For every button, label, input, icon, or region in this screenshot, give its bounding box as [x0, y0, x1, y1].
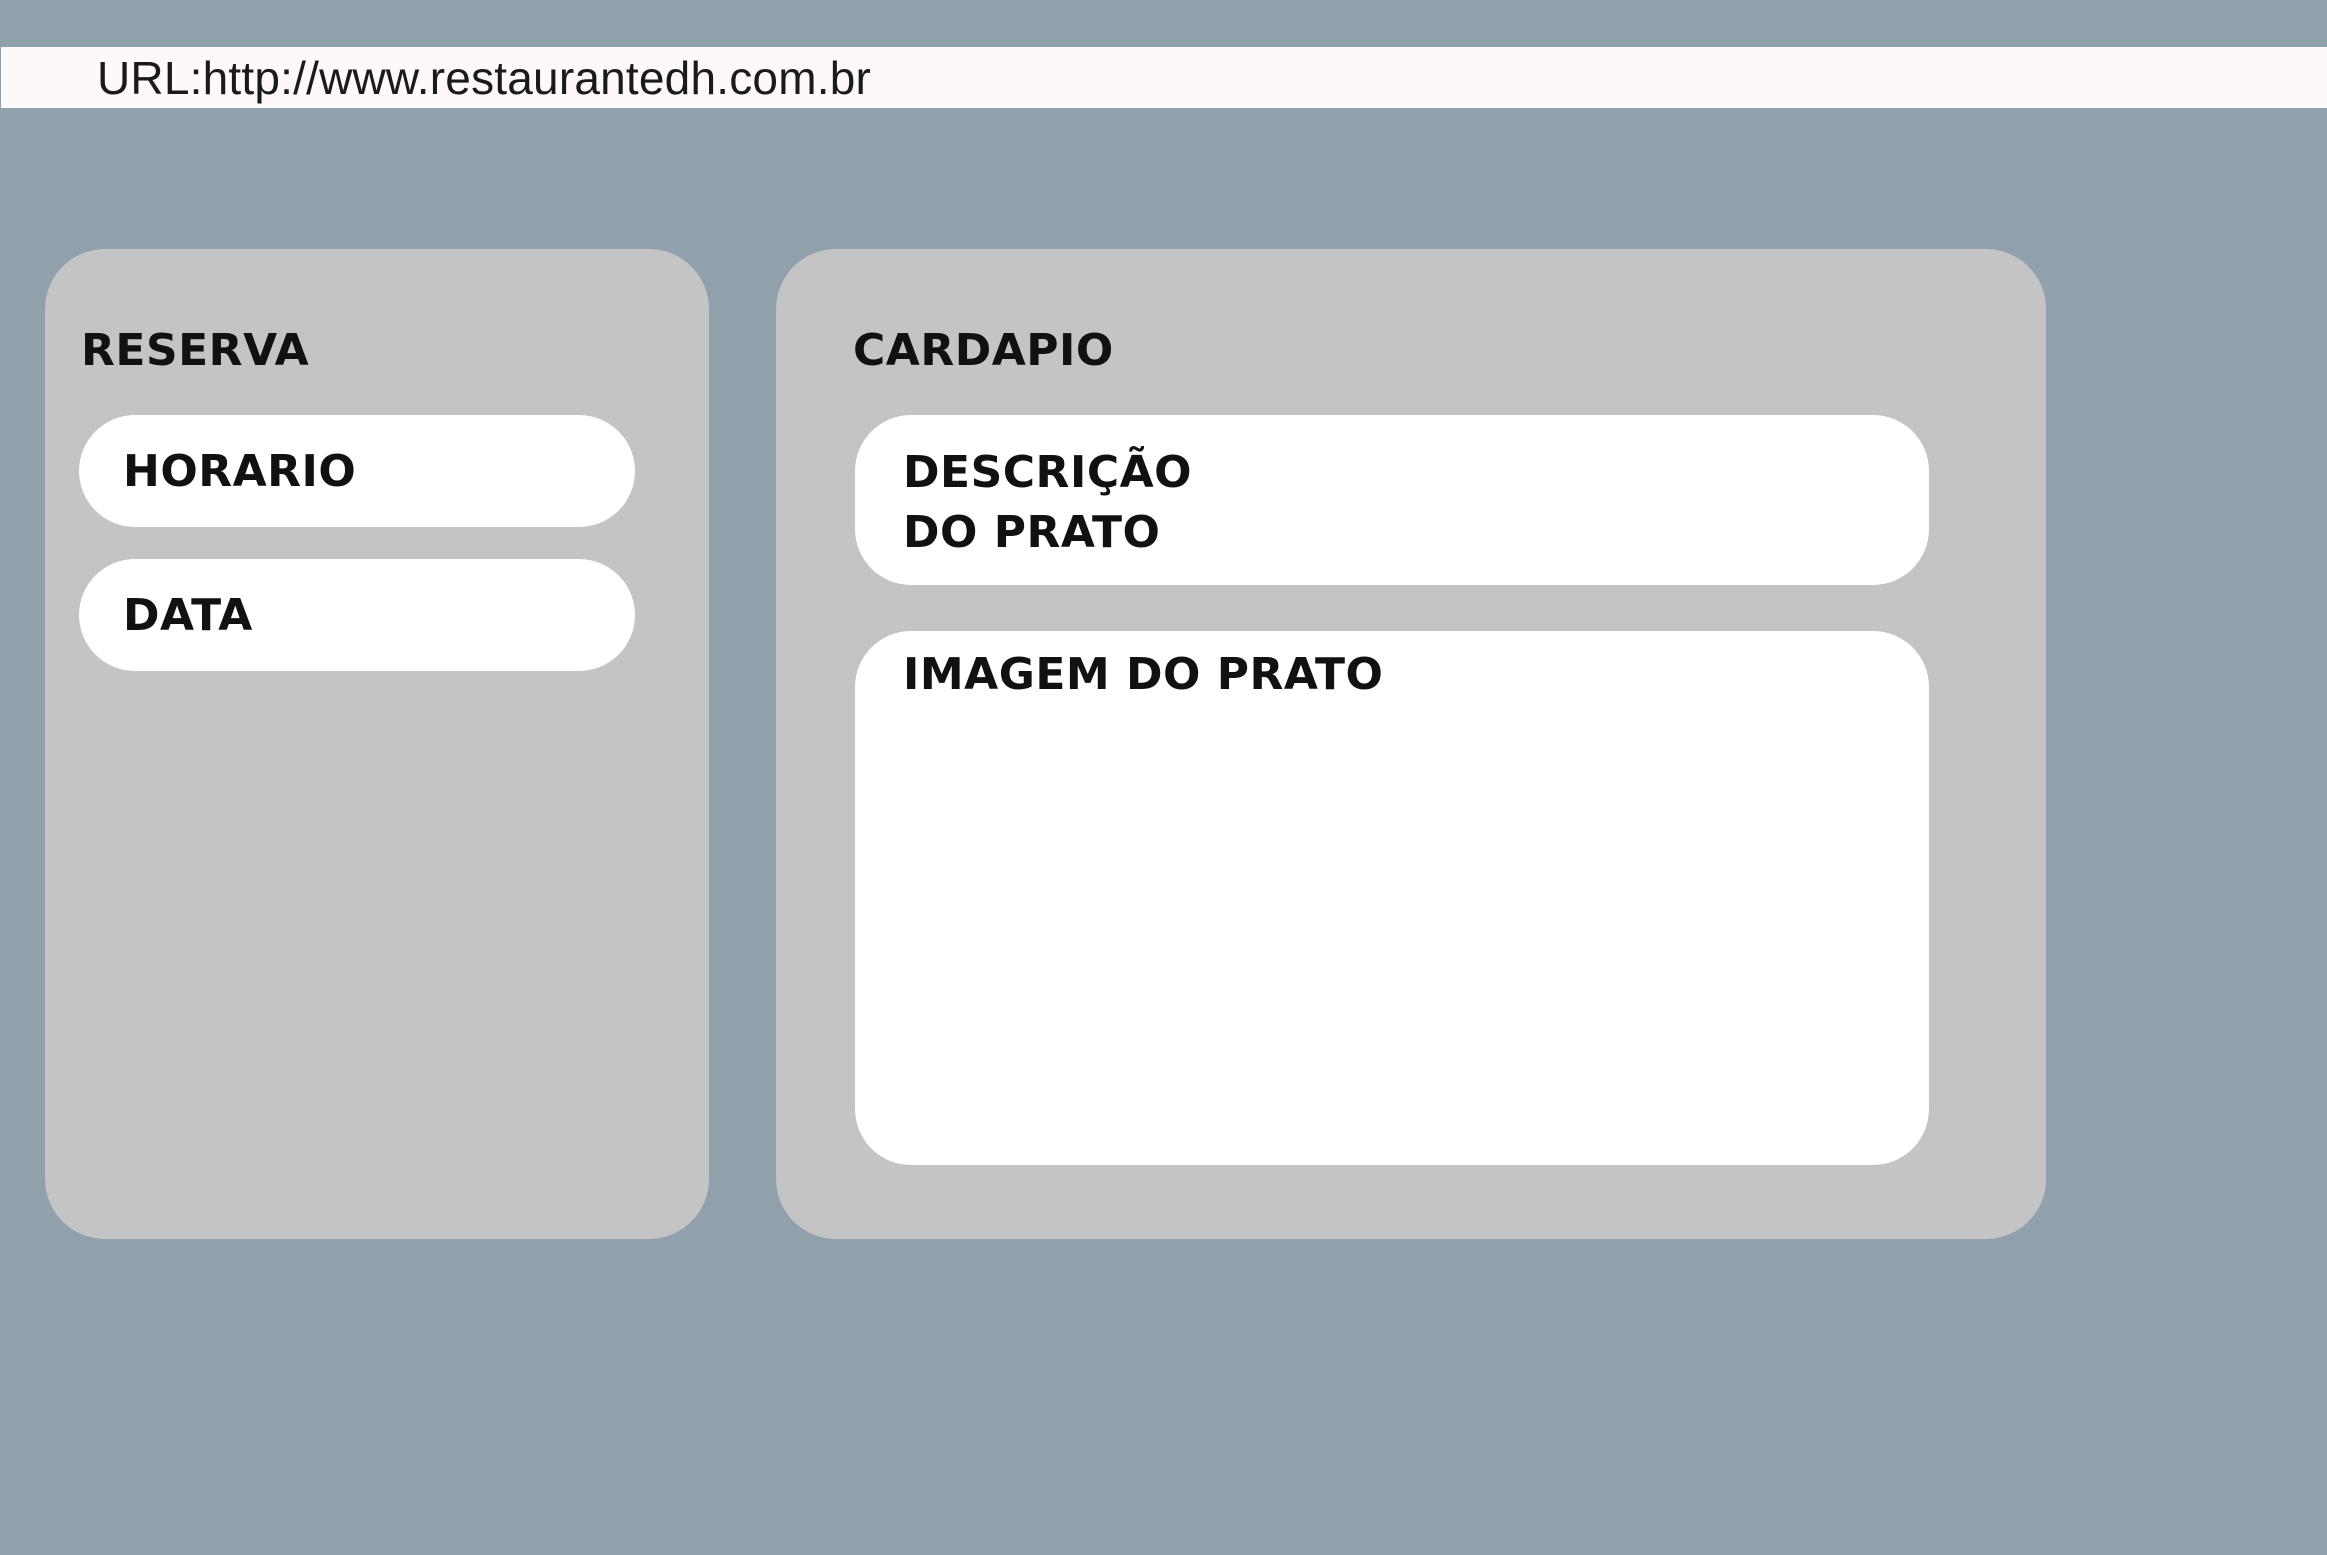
- horario-field[interactable]: HORARIO: [79, 415, 635, 527]
- cardapio-panel: CARDAPIO DESCRIÇÃO DO PRATO IMAGEM DO PR…: [776, 249, 2046, 1239]
- dish-description-label-line2: DO PRATO: [903, 507, 1161, 558]
- data-label: DATA: [123, 589, 253, 641]
- dish-image-area[interactable]: IMAGEM DO PRATO: [855, 631, 1929, 1165]
- reserva-panel: RESERVA HORARIO DATA: [45, 249, 709, 1239]
- dish-image-label: IMAGEM DO PRATO: [903, 649, 1384, 700]
- data-field[interactable]: DATA: [79, 559, 635, 671]
- cardapio-title: CARDAPIO: [853, 325, 1114, 376]
- horario-label: HORARIO: [123, 445, 357, 497]
- dish-description-field[interactable]: DESCRIÇÃO DO PRATO: [855, 415, 1929, 585]
- reserva-title: RESERVA: [81, 325, 310, 376]
- url-text: URL:http://www.restaurantedh.com.br: [97, 51, 871, 104]
- url-bar[interactable]: URL:http://www.restaurantedh.com.br: [1, 47, 2327, 108]
- dish-description-label-line1: DESCRIÇÃO: [903, 447, 1193, 498]
